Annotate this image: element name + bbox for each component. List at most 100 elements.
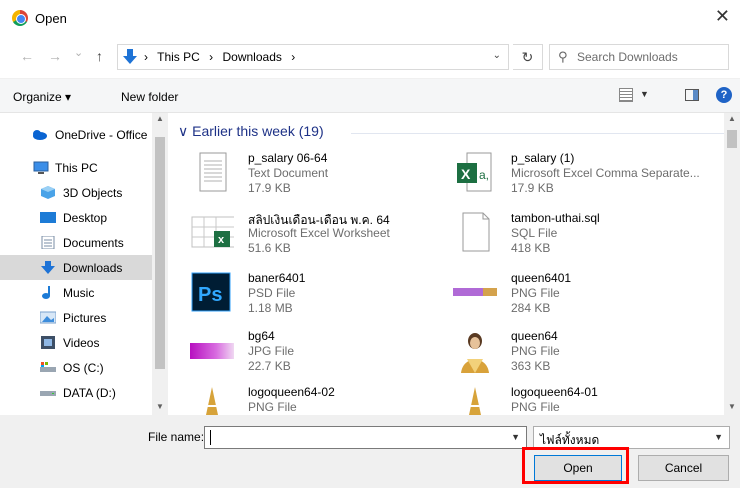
file-name-input[interactable] xyxy=(208,429,498,446)
drive-icon xyxy=(40,391,56,396)
nav-item-documents[interactable]: Documents xyxy=(0,230,152,255)
file-name: tambon-uthai.sql xyxy=(511,211,600,225)
downloads-icon xyxy=(41,261,55,274)
file-item[interactable]: x สลิปเงินเดือน-เดือน พ.ค. 64 Microsoft … xyxy=(190,211,440,267)
file-name: bg64 xyxy=(248,329,275,343)
desktop-icon xyxy=(40,212,56,223)
music-icon xyxy=(42,286,50,299)
file-size: 418 KB xyxy=(511,241,551,255)
scroll-up-icon[interactable]: ▲ xyxy=(156,114,164,123)
cancel-button[interactable]: Cancel xyxy=(638,455,729,481)
nav-label: Documents xyxy=(63,236,124,250)
search-input[interactable] xyxy=(577,48,722,66)
chevron-down-icon[interactable]: ⌄ xyxy=(493,50,501,61)
file-item[interactable]: logoqueen64-02 PNG File xyxy=(190,385,440,415)
file-size: 17.9 KB xyxy=(248,181,291,195)
nav-item-this-pc[interactable]: This PC xyxy=(0,155,152,180)
file-item[interactable]: tambon-uthai.sql SQL File 418 KB xyxy=(453,211,703,267)
scroll-down-icon[interactable]: ▼ xyxy=(728,402,736,411)
nav-item-os-c[interactable]: OS (C:) xyxy=(0,355,152,380)
file-item[interactable]: bg64 JPG File 22.7 KB xyxy=(190,329,440,385)
file-name: queen6401 xyxy=(511,271,572,285)
chrome-logo-icon xyxy=(12,10,28,26)
scroll-thumb[interactable] xyxy=(727,130,737,148)
nav-item-data-d[interactable]: DATA (D:) xyxy=(0,380,152,405)
up-arrow-icon[interactable]: ↑ xyxy=(96,48,103,64)
refresh-button[interactable]: ↻ xyxy=(513,44,543,70)
file-type: SQL File xyxy=(511,226,558,240)
file-list: ∨ Earlier this week (19) p_salary 06-64 … xyxy=(168,113,740,415)
nav-item-3d-objects[interactable]: 3D Objects xyxy=(0,180,152,205)
svg-text:X: X xyxy=(461,166,471,182)
file-name: logoqueen64-02 xyxy=(248,385,335,399)
nav-item-downloads[interactable]: Downloads xyxy=(0,255,152,280)
scroll-up-icon[interactable]: ▲ xyxy=(728,114,736,123)
chevron-down-icon[interactable]: ▼ xyxy=(714,432,723,442)
search-box[interactable]: ⚲ xyxy=(549,44,729,70)
recent-locations-icon[interactable]: ⌄ xyxy=(74,46,83,59)
file-item[interactable]: Xa, p_salary (1) Microsoft Excel Comma S… xyxy=(453,151,703,207)
nav-item-desktop[interactable]: Desktop xyxy=(0,205,152,230)
navigation-pane: OneDrive - Office This PC 3D Objects Des… xyxy=(0,113,168,415)
file-type: PNG File xyxy=(511,286,560,300)
scroll-thumb[interactable] xyxy=(155,137,165,369)
nav-scrollbar[interactable]: ▲ ▼ xyxy=(152,113,168,415)
file-size: 284 KB xyxy=(511,301,551,315)
videos-icon xyxy=(41,336,55,349)
nav-label: Pictures xyxy=(63,311,107,325)
nav-item-pictures[interactable]: Pictures xyxy=(0,305,152,330)
content-scrollbar[interactable]: ▲ ▼ xyxy=(724,113,740,415)
breadcrumb-downloads[interactable]: Downloads xyxy=(223,50,282,64)
group-header[interactable]: ∨ Earlier this week (19) xyxy=(178,123,324,140)
png-thumbnail-logo xyxy=(206,387,218,415)
file-size: 17.9 KB xyxy=(511,181,554,195)
file-name-field[interactable]: ▼ xyxy=(204,426,527,449)
svg-text:x: x xyxy=(218,234,225,246)
nav-item-onedrive[interactable]: OneDrive - Office xyxy=(0,122,152,147)
file-type: PNG File xyxy=(511,400,560,414)
file-type: PSD File xyxy=(248,286,296,300)
preview-pane-icon[interactable] xyxy=(685,89,699,101)
help-icon[interactable]: ? xyxy=(716,87,732,103)
file-item[interactable]: queen64 PNG File 363 KB xyxy=(453,329,703,385)
file-name-label: File name: xyxy=(148,430,205,444)
nav-label: OneDrive - Office xyxy=(55,128,148,142)
nav-label: DATA (D:) xyxy=(63,386,116,400)
view-dropdown-icon[interactable]: ▼ xyxy=(640,89,649,99)
back-arrow-icon[interactable]: ← xyxy=(20,48,34,64)
chevron-down-icon[interactable]: ▼ xyxy=(511,432,520,442)
file-item[interactable]: Ps baner6401 PSD File 1.18 MB xyxy=(190,271,440,327)
command-bar: Organize ▾ New folder ▼ ? xyxy=(0,78,740,113)
file-size: 22.7 KB xyxy=(248,359,291,373)
file-type: Text Document xyxy=(248,166,329,180)
nav-item-videos[interactable]: Videos xyxy=(0,330,152,355)
text-cursor xyxy=(210,430,211,445)
organize-button[interactable]: Organize ▾ xyxy=(13,90,71,104)
excel-csv-icon: Xa, xyxy=(457,152,492,192)
pc-icon xyxy=(33,161,49,174)
file-type-filter[interactable]: ไฟล์ทั้งหมด ▼ xyxy=(533,426,730,449)
nav-item-music[interactable]: Music xyxy=(0,280,152,305)
nav-label: This PC xyxy=(55,161,98,175)
search-icon: ⚲ xyxy=(558,49,568,64)
file-size: 51.6 KB xyxy=(248,241,291,255)
file-item[interactable]: queen6401 PNG File 284 KB xyxy=(453,271,703,327)
open-button[interactable]: Open xyxy=(534,455,622,481)
group-divider xyxy=(351,133,726,134)
jpg-thumbnail-purple xyxy=(190,343,234,359)
file-item[interactable]: logoqueen64-01 PNG File xyxy=(453,385,703,415)
forward-arrow-icon[interactable]: → xyxy=(48,48,62,64)
new-folder-button[interactable]: New folder xyxy=(121,90,178,104)
address-bar[interactable]: › This PC › Downloads › ⌄ xyxy=(117,44,509,70)
breadcrumb-this-pc[interactable]: This PC xyxy=(157,50,200,64)
file-type: Microsoft Excel Worksheet xyxy=(248,226,390,240)
svg-text:Ps: Ps xyxy=(198,284,222,306)
scroll-down-icon[interactable]: ▼ xyxy=(156,402,164,411)
nav-label: Videos xyxy=(63,336,100,350)
crumb-separator[interactable]: › xyxy=(291,50,295,64)
nav-label: 3D Objects xyxy=(63,186,123,200)
pictures-icon xyxy=(40,311,56,324)
view-options-icon[interactable] xyxy=(619,88,633,102)
close-icon[interactable]: ✕ xyxy=(715,7,730,25)
file-item[interactable]: p_salary 06-64 Text Document 17.9 KB xyxy=(190,151,440,207)
